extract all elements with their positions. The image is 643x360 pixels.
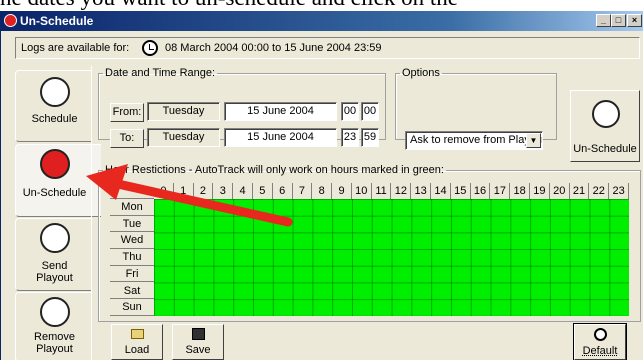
tab-send-playout-label: Send Playout	[36, 260, 73, 284]
to-hour-field[interactable]: 23	[341, 128, 359, 147]
send-playout-icon	[40, 223, 70, 253]
hour-header[interactable]: 3	[213, 183, 234, 199]
hour-header[interactable]: 2	[193, 183, 214, 199]
from-button[interactable]: From:	[110, 103, 144, 122]
grid-corner	[110, 183, 154, 199]
hour-header[interactable]: 23	[609, 183, 629, 199]
close-button[interactable]: ×	[627, 14, 642, 27]
hour-header[interactable]: 10	[351, 183, 372, 199]
default-button[interactable]: Default	[573, 323, 627, 360]
tab-send-playout[interactable]: Send Playout	[15, 218, 92, 291]
hour-header[interactable]: 18	[510, 183, 531, 199]
remove-playout-icon	[40, 297, 70, 327]
day-label[interactable]: Wed	[110, 232, 154, 250]
hour-header[interactable]: 4	[233, 183, 253, 199]
tab-unschedule-label: Un-Schedule	[22, 187, 87, 199]
hour-header[interactable]: 19	[530, 183, 550, 199]
title-bar: Un-Schedule _ □ ×	[1, 11, 643, 31]
options-group: Options	[395, 67, 557, 140]
tab-unschedule[interactable]: Un-Schedule	[15, 144, 101, 217]
load-label: Load	[124, 344, 150, 356]
from-date-field[interactable]: 15 June 2004	[224, 102, 337, 121]
chevron-down-icon[interactable]: ▼	[526, 133, 541, 148]
to-date-field[interactable]: 15 June 2004	[224, 128, 337, 147]
hour-header[interactable]: 11	[371, 183, 392, 199]
tab-remove-playout[interactable]: Remove Playout	[15, 292, 92, 360]
hour-header[interactable]: 16	[470, 183, 491, 199]
save-button[interactable]: Save	[172, 324, 224, 360]
logs-range: 08 March 2004 00:00 to 15 June 2004 23:5…	[165, 42, 382, 54]
hour-header[interactable]: 5	[252, 183, 273, 199]
unschedule-button[interactable]: Un-Schedule	[570, 90, 640, 162]
remove-option-value: Ask to remove from Playou	[410, 134, 543, 146]
logs-available-bar: Logs are available for: 08 March 2004 00…	[15, 37, 640, 59]
hour-header[interactable]: 8	[312, 183, 333, 199]
hour-header[interactable]: 20	[549, 183, 570, 199]
hour-header[interactable]: 13	[411, 183, 432, 199]
floppy-disk-icon	[192, 328, 205, 340]
remove-option-select[interactable]: Ask to remove from Playou ▼	[405, 131, 543, 150]
to-button[interactable]: To:	[110, 129, 144, 148]
day-label[interactable]: Thu	[110, 249, 154, 266]
hour-header[interactable]: 1	[173, 183, 194, 199]
hour-header[interactable]: 22	[589, 183, 610, 199]
day-label[interactable]: Mon	[110, 199, 154, 216]
tab-schedule[interactable]: Schedule	[15, 70, 92, 142]
from-minute-field[interactable]: 00	[361, 102, 379, 121]
clock-icon	[594, 328, 607, 341]
options-legend: Options	[402, 67, 440, 79]
default-label: Default	[582, 345, 618, 357]
from-day-field: Tuesday	[147, 102, 220, 121]
logs-label: Logs are available for:	[21, 42, 130, 54]
hour-header[interactable]: 12	[391, 183, 412, 199]
folder-icon	[131, 329, 144, 339]
day-label[interactable]: Fri	[110, 265, 154, 283]
minimize-button[interactable]: _	[596, 14, 611, 27]
hour-header[interactable]: 6	[272, 183, 293, 199]
hour-header[interactable]: 9	[332, 183, 352, 199]
tab-schedule-label: Schedule	[31, 113, 78, 125]
app-icon	[4, 14, 17, 27]
date-time-range-legend: Date and Time Range:	[105, 67, 216, 79]
day-label[interactable]: Sat	[110, 282, 154, 300]
save-label: Save	[185, 344, 211, 356]
hour-restrictions-legend: Hour Restictions - AutoTrack will only w…	[105, 164, 444, 176]
background-page-text: ne dates you want to un-schedule and cli…	[0, 0, 643, 10]
hour-cells[interactable]	[154, 199, 629, 316]
hour-header[interactable]: 15	[450, 183, 471, 199]
day-label[interactable]: Sun	[110, 299, 154, 316]
unschedule-panel: Date and Time Range: From: Tuesday 15 Ju…	[91, 66, 643, 360]
tab-remove-playout-label: Remove Playout	[34, 331, 75, 355]
from-hour-field[interactable]: 00	[341, 102, 359, 121]
maximize-button[interactable]: □	[611, 14, 626, 27]
hour-header[interactable]: 17	[490, 183, 511, 199]
hour-header[interactable]: 21	[569, 183, 590, 199]
to-day-field: Tuesday	[147, 128, 220, 147]
schedule-icon	[40, 77, 70, 107]
load-button[interactable]: Load	[111, 324, 163, 360]
window-title: Un-Schedule	[20, 14, 94, 28]
hour-grid: 0 1 2 3 4 5 6 7 8 9 10 11 12 13 14 15 16 17 18 19 20 21 22 23 M…	[110, 183, 632, 318]
unschedule-icon	[592, 100, 620, 128]
hour-header[interactable]: 7	[292, 183, 313, 199]
hour-header[interactable]: 14	[431, 183, 451, 199]
unschedule-icon	[40, 149, 70, 179]
unschedule-window: Un-Schedule _ □ × Logs are available for…	[0, 11, 643, 360]
hour-header[interactable]: 0	[154, 183, 174, 199]
day-label[interactable]: Tue	[110, 215, 154, 233]
unschedule-button-label: Un-Schedule	[573, 143, 637, 155]
clock-icon	[142, 40, 158, 56]
to-minute-field[interactable]: 59	[361, 128, 379, 147]
